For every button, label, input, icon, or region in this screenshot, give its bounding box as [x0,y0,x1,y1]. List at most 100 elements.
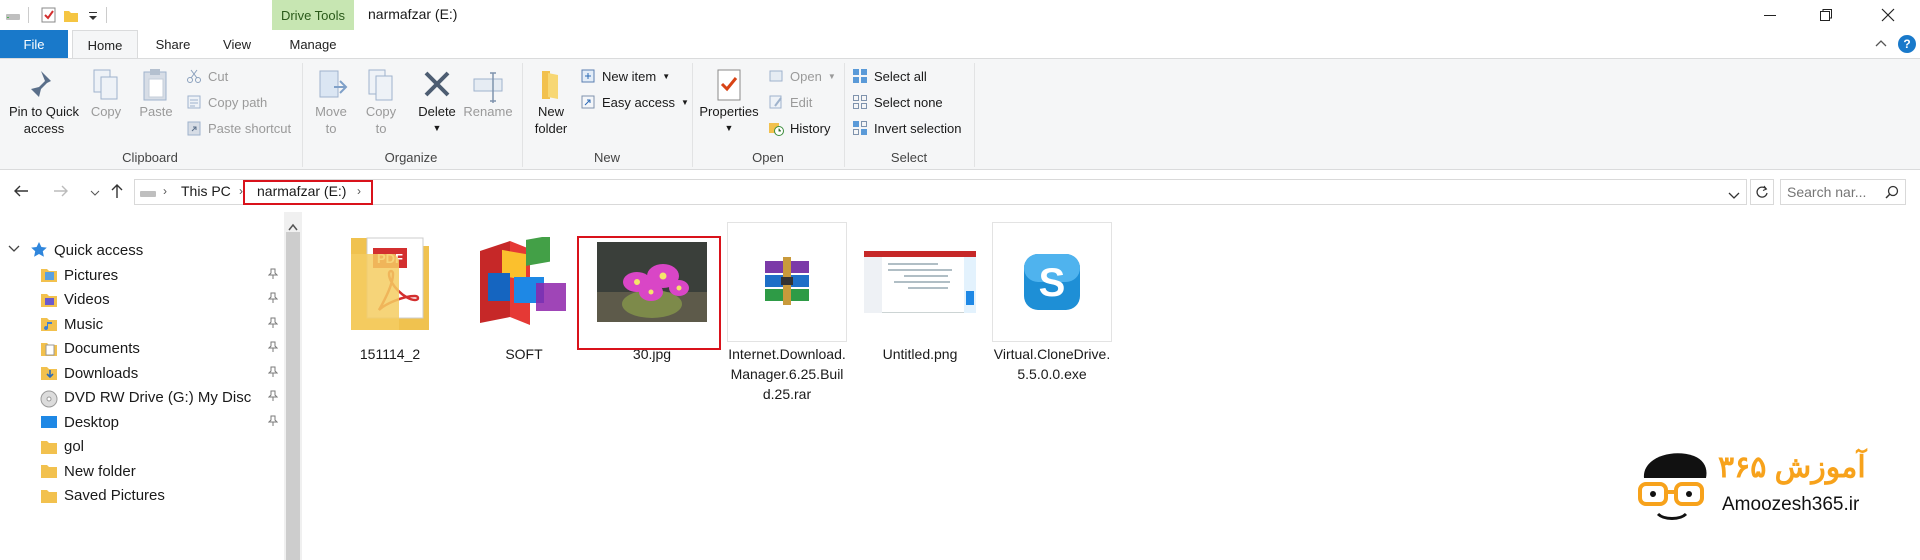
rename-button[interactable]: Rename [462,67,514,120]
new-folder-icon [542,71,558,99]
search-icon[interactable] [1885,185,1899,202]
address-bar[interactable]: › This PC › narmafzar (E:) › [134,179,1747,205]
paste-shortcut-button[interactable]: Paste shortcut [186,117,291,139]
copy-to-button[interactable]: Copy to [358,67,404,137]
easy-access-label: Easy access [602,94,675,110]
select-none-button[interactable]: Select none [852,91,943,113]
copy-icon [93,69,118,100]
close-icon[interactable] [1860,0,1916,30]
file-name: Virtual.CloneDrive.5.5.0.0.exe [993,346,1111,382]
new-folder-quick-icon[interactable] [62,6,80,24]
up-arrow-icon[interactable] [108,182,126,203]
forward-arrow-icon[interactable] [52,182,70,203]
divider [106,7,107,23]
sidebar-item-label: Desktop [64,413,120,431]
breadcrumb-this-pc[interactable]: This PC [181,183,231,199]
paste-button[interactable]: Paste [136,67,176,120]
open-button[interactable]: Open ▼ [768,65,836,87]
ribbon: Pin to Quick access Copy Paste Cut Copy … [0,58,1920,170]
tab-manage[interactable]: Manage [272,30,354,58]
open-group-label: Open [752,150,784,165]
watermark-brand-fa: آموزش ۳۶۵ [1718,451,1866,484]
cut-button[interactable]: Cut [186,65,228,87]
pin-icon[interactable] [267,341,279,356]
sidebar-item-label: Pictures [64,266,119,284]
file-name: Untitled.png [882,346,958,362]
file-item[interactable]: Internet.Download.Manager.6.25.Build.25.… [727,222,847,404]
pin-icon[interactable] [267,292,279,307]
history-icon [769,123,784,136]
collapse-ribbon-icon[interactable] [1874,36,1888,53]
invert-selection-button[interactable]: Invert selection [852,117,961,139]
file-item[interactable]: Untitled.png [860,222,980,364]
sidebar-item[interactable]: Saved Pictures [0,481,290,511]
delete-dropdown-icon[interactable]: ▼ [433,120,442,137]
new-item-icon [581,69,595,83]
copy-path-button[interactable]: Copy path [186,91,267,113]
sidebar-item-label: Downloads [64,364,139,382]
select-all-button[interactable]: Select all [852,65,927,87]
rename-label: Rename [463,104,513,119]
move-to-icon [319,70,348,98]
pin-icon[interactable] [267,366,279,381]
restore-icon[interactable] [1798,0,1854,30]
easy-access-icon [581,95,595,109]
pin-icon[interactable] [267,390,279,405]
new-item-label: New item [602,68,657,84]
file-name: SOFT [505,346,543,362]
edit-button[interactable]: Edit [768,91,812,113]
file-item[interactable]: S Virtual.CloneDrive.5.5.0.0.exe [992,222,1112,384]
paste-shortcut-label: Paste shortcut [208,120,292,136]
quick-access-label: Quick access [54,241,144,259]
new-folder-label-1: New [537,104,564,119]
tab-home[interactable]: Home [72,30,138,59]
drive-tools-label: Drive Tools [272,0,354,30]
refresh-icon[interactable] [1750,179,1774,205]
properties-dropdown-icon[interactable]: ▼ [725,120,734,137]
breadcrumb-separator-icon[interactable]: › [163,184,167,198]
group-separator [974,63,975,167]
properties-quick-icon[interactable] [40,6,58,24]
window-title: narmafzar (E:) [368,6,458,22]
help-icon[interactable]: ? [1898,35,1916,53]
properties-button[interactable]: Properties ▼ [696,67,762,137]
new-item-button[interactable]: New item ▼ [580,65,670,87]
tab-file[interactable]: File [0,30,68,58]
copy-path-icon [187,95,201,109]
address-highlight-box [243,180,373,205]
pin-icon[interactable] [267,268,279,283]
move-to-button[interactable]: Move to [308,67,354,137]
file-view: PDF 151114_2 SOFT [302,212,1920,560]
history-button[interactable]: History [768,117,830,139]
tab-share[interactable]: Share [148,30,198,58]
pin-icon[interactable] [267,317,279,332]
file-item[interactable]: SOFT [464,222,584,364]
pin-to-quick-access-button[interactable]: Pin to Quick access [6,67,82,137]
copy-button[interactable]: Copy [86,67,126,120]
divider [28,7,29,23]
select-all-icon [853,69,867,83]
mascot-face-logo [1638,453,1707,520]
back-arrow-icon[interactable] [12,182,30,205]
recent-locations-chevron-icon[interactable] [90,185,100,201]
scrollbar-thumb[interactable] [286,232,300,560]
customize-qat-icon[interactable] [86,6,100,24]
new-group-label: New [593,150,620,165]
edit-icon [769,95,782,109]
search-input[interactable] [1787,183,1879,201]
delete-button[interactable]: Delete ▼ [412,67,462,137]
search-box[interactable] [1780,179,1906,205]
nav-scrollbar[interactable] [284,212,302,560]
screenshot-thumbnail [860,222,980,342]
pin-icon[interactable] [267,415,279,430]
new-folder-button[interactable]: New folder [528,67,574,137]
properties-label: Properties [699,104,759,119]
expand-chevron-icon[interactable] [8,244,20,257]
minimize-icon[interactable] [1742,0,1798,30]
easy-access-button[interactable]: Easy access ▼ [580,91,689,113]
file-item[interactable]: PDF 151114_2 [330,222,450,364]
move-to-label-1: Move [315,104,347,119]
invert-selection-icon [853,121,867,135]
tab-view[interactable]: View [212,30,262,58]
address-dropdown-icon[interactable] [1728,188,1740,204]
